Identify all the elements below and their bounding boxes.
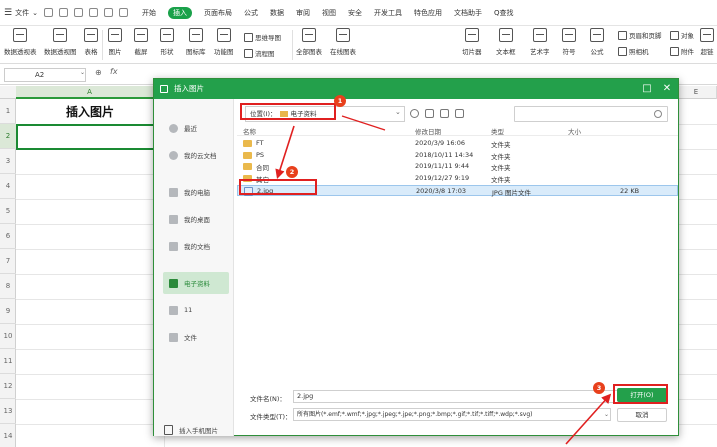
annotation-arrow (341, 115, 386, 131)
wps-spreadsheet-window: ☰ 文件 ⌄ 开始 插入 页面布局 公式 数据 审阅 视图 安全 开发工具 特色… (0, 0, 717, 447)
annotation-arrows (275, 115, 612, 445)
annotation-arrow (565, 393, 612, 445)
annotation-arrow (275, 125, 295, 180)
